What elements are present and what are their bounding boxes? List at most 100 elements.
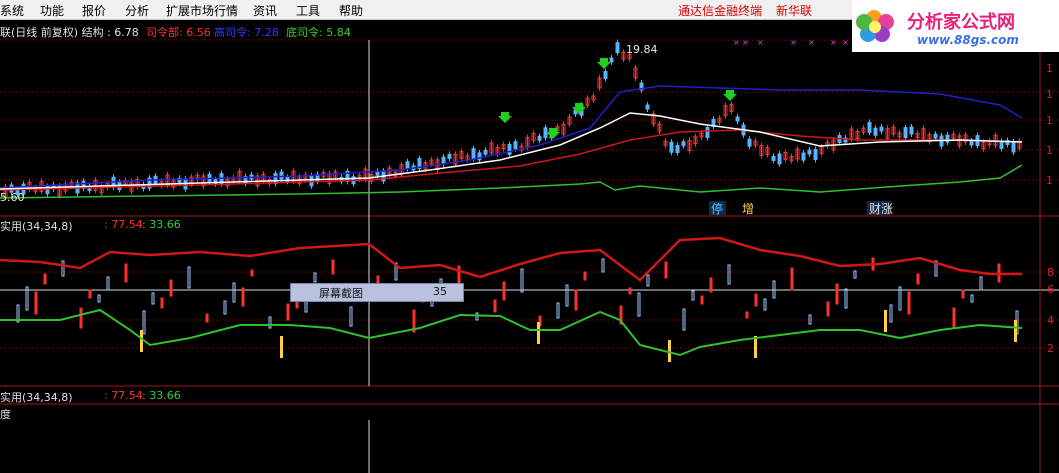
indicator-bar	[574, 289, 578, 311]
candle-body	[507, 143, 512, 155]
axis-tick-main: 1	[1046, 88, 1053, 101]
indicator-red-value: : 77.54	[104, 218, 143, 231]
indicator-bar	[313, 272, 317, 283]
indicator-bar	[565, 284, 569, 307]
axis-tick-main: 1	[1046, 174, 1053, 187]
candle-body	[279, 171, 284, 180]
indicator-bar	[493, 299, 497, 313]
axis-tick-indicator: 4	[1047, 314, 1054, 327]
indicator-yellow-bar	[280, 336, 283, 358]
indicator-bar	[61, 260, 65, 277]
indicator-bar	[970, 294, 974, 303]
indicator-bar	[601, 258, 605, 273]
indicator-bar	[745, 311, 749, 319]
candle-body	[705, 126, 710, 138]
indicator-green-value: : 33.66	[142, 218, 181, 231]
indicator-bar	[709, 277, 713, 293]
candle-body	[747, 138, 752, 147]
indicator-bar	[187, 266, 191, 289]
indicator-bar	[664, 261, 668, 279]
commander-line	[0, 129, 1023, 191]
indicator-bar	[286, 303, 290, 321]
screenshot-tooltip[interactable]: 屏幕截图 35	[290, 283, 464, 302]
peak-price-label: 19.84	[626, 43, 658, 56]
candle-body	[999, 140, 1004, 149]
menu-item-system[interactable]: 系统	[0, 2, 24, 19]
broker-name: 新华联	[776, 4, 813, 18]
indicator-bar	[331, 259, 335, 275]
low-price-label: 5.60	[0, 191, 25, 204]
low-commander-value: 底司令: 5.84	[286, 26, 351, 39]
indicator-yellow-bar	[140, 330, 143, 352]
indicator-bar	[979, 276, 983, 291]
event-suspend[interactable]: 停	[711, 201, 723, 216]
candle-body	[735, 116, 740, 122]
indicator-bar	[727, 264, 731, 285]
indicator-bar	[232, 282, 236, 303]
indicator-title: 实用(34,34,8)	[0, 220, 73, 233]
candle-body	[537, 135, 542, 141]
candle-body	[471, 148, 476, 160]
signal-marker-icon: ×	[742, 38, 749, 47]
candle-body	[879, 126, 884, 132]
candle-body	[447, 153, 452, 159]
signal-marker-icon: ×	[808, 38, 815, 47]
indicator-bar	[97, 294, 101, 303]
axis-tick-indicator: 6	[1047, 283, 1054, 296]
indicator-bar	[142, 310, 146, 335]
logo-brand: 分析家公式网	[907, 12, 1015, 33]
indicator2-title: 实用(34,34,8)	[0, 391, 73, 404]
menu-item-analysis[interactable]: 分析	[125, 2, 149, 19]
menu-item-quote[interactable]: 报价	[82, 2, 106, 19]
indicator-yellow-bar	[668, 340, 671, 362]
event-finance[interactable]: 财涨	[869, 201, 893, 216]
candle-body	[681, 141, 686, 147]
indicator-bar	[754, 293, 758, 307]
axis-tick-main: 1	[1046, 62, 1053, 75]
candle-body	[603, 71, 608, 79]
indicator-bar	[916, 273, 920, 285]
menu-item-extended-market[interactable]: 扩展市场行情	[166, 2, 238, 19]
candle-body	[309, 175, 314, 187]
axis-tick-main: 1	[1046, 144, 1053, 157]
indicator-yellow-bar	[754, 336, 757, 358]
main-price-panel: ××××××××	[0, 38, 1023, 200]
indicator-bar	[583, 271, 587, 281]
indicator-bar	[844, 288, 848, 309]
indicator-bar	[646, 274, 650, 287]
indicator-bar	[205, 313, 209, 323]
indicator-yellow-bar	[537, 322, 540, 344]
indicator-bar	[502, 281, 506, 301]
indicator-panel	[0, 236, 1023, 362]
main-panel-title: 联(日线 前复权) 结构 : 6.78	[0, 26, 139, 39]
chart-area[interactable]: ×××××××× 1 1 1 1 1 1 8 6 4 2 19.84 5.60 …	[0, 20, 1059, 473]
candle-body	[543, 127, 548, 139]
candle-body	[609, 57, 614, 63]
candle-body	[1011, 141, 1016, 153]
indicator-bar	[700, 295, 704, 305]
indicator-bar	[826, 301, 830, 317]
candle-body	[801, 152, 806, 161]
candle-body	[969, 140, 974, 146]
indicator-bar	[169, 279, 173, 297]
indicator-bar	[952, 307, 956, 329]
indicator-bar	[637, 292, 641, 317]
candle-body	[645, 104, 650, 110]
app-title: 通达信金融终端	[678, 4, 763, 18]
menu-item-help[interactable]: 帮助	[339, 2, 363, 19]
indicator2-green-value: : 33.66	[142, 389, 181, 402]
indicator-yellow-bar	[884, 310, 887, 332]
event-increase[interactable]: 增	[742, 202, 754, 216]
indicator-bar	[349, 306, 353, 327]
indicator-bar	[691, 290, 695, 301]
signal-marker-icon: ×	[790, 38, 797, 47]
candle-body	[813, 149, 818, 160]
menu-item-tools[interactable]: 工具	[296, 2, 320, 19]
indicator-bar	[907, 291, 911, 315]
indicator-bar	[250, 269, 254, 277]
indicator-bar	[223, 300, 227, 315]
menu-item-function[interactable]: 功能	[40, 2, 64, 19]
menu-item-news[interactable]: 资讯	[253, 2, 277, 19]
axis-tick-indicator: 2	[1047, 342, 1054, 355]
signal-marker-icon: ×	[842, 38, 849, 47]
